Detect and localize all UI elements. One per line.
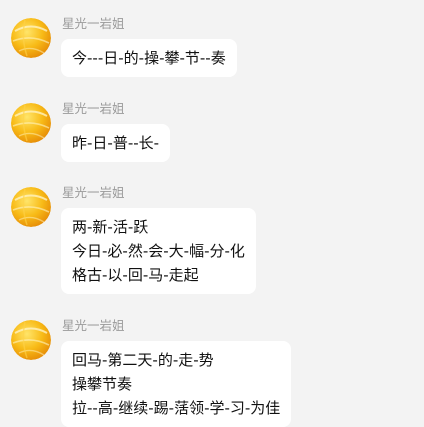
sender-name: 星光一岩姐 xyxy=(62,318,125,333)
message-line: 今---日-的-操-攀-节--奏 xyxy=(72,49,226,67)
star-ball-avatar-icon xyxy=(11,187,51,227)
message-line: 格古-以-回-马-走起 xyxy=(72,266,199,284)
star-ball-avatar-icon xyxy=(11,320,51,360)
sender-name: 星光一岩姐 xyxy=(62,101,125,116)
message-bubble[interactable]: 今---日-的-操-攀-节--奏 xyxy=(61,39,237,77)
message-line: 操攀节奏 xyxy=(72,375,133,393)
avatar[interactable] xyxy=(11,18,51,58)
avatar[interactable] xyxy=(11,320,51,360)
message-line: 昨-日-普--长- xyxy=(72,134,160,152)
sender-name: 星光一岩姐 xyxy=(62,185,125,200)
message-line: 今日-必-然-会-大-幅-分-化 xyxy=(72,242,245,260)
message-bubble[interactable]: 两-新-活-跃 今日-必-然-会-大-幅-分-化 格古-以-回-马-走起 xyxy=(61,208,256,294)
message-bubble[interactable]: 回马-第二天-的-走-势 操攀节奏 拉--高-继续-踢-萿领-学-习-为佳 xyxy=(61,341,292,427)
star-ball-avatar-icon xyxy=(11,103,51,143)
message-line: 两-新-活-跃 xyxy=(72,218,149,236)
avatar[interactable] xyxy=(11,187,51,227)
message-bubble[interactable]: 昨-日-普--长- xyxy=(61,124,171,162)
star-ball-avatar-icon xyxy=(11,18,51,58)
message-line: 拉--高-继续-踢-萿领-学-习-为佳 xyxy=(72,399,281,417)
message-line: 回马-第二天-的-走-势 xyxy=(72,351,214,369)
avatar[interactable] xyxy=(11,103,51,143)
sender-name: 星光一岩姐 xyxy=(62,16,125,31)
